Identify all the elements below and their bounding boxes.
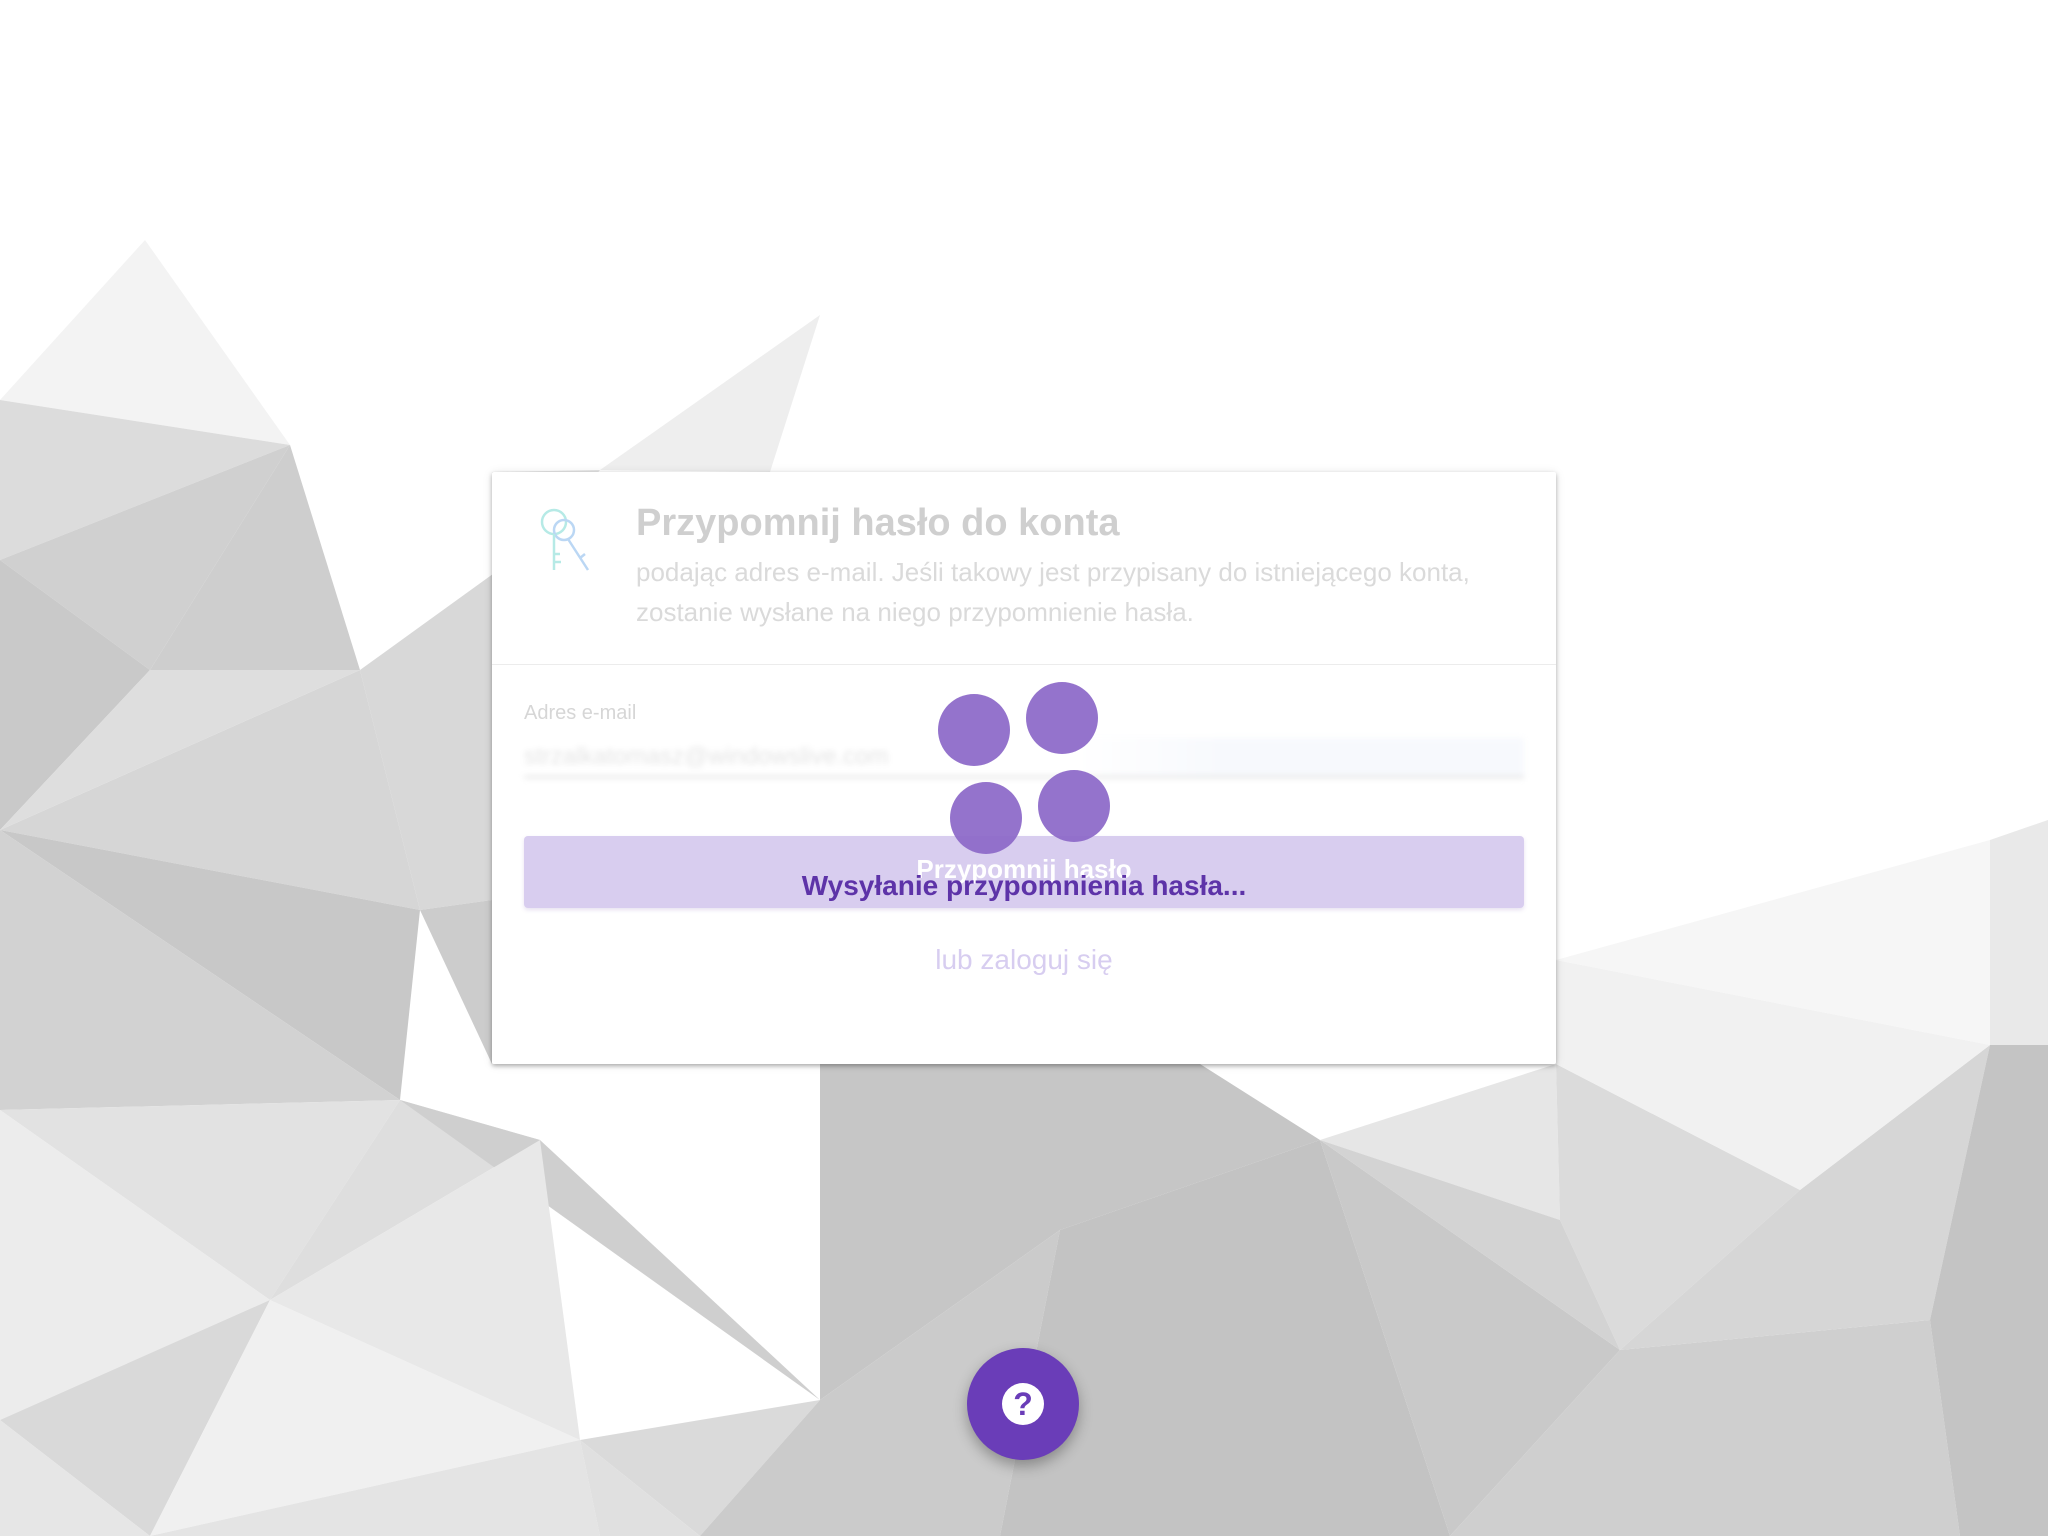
login-link[interactable]: lub zaloguj się — [492, 944, 1556, 976]
spinner-dot — [938, 694, 1010, 766]
loading-message: Wysyłanie przypomnienia hasła... — [801, 870, 1247, 901]
spinner-dot — [1038, 770, 1110, 842]
card-header: Przypomnij hasło do konta podając adres … — [492, 472, 1556, 665]
keys-icon — [540, 508, 590, 571]
spinner-dot — [950, 782, 1022, 854]
question-mark-icon: ? — [1002, 1383, 1044, 1425]
page-title: Przypomnij hasło do konta — [636, 502, 1120, 544]
help-button[interactable]: ? — [967, 1348, 1079, 1460]
page-subtitle: podając adres e-mail. Jeśli takowy jest … — [636, 557, 1470, 627]
loading-spinner — [930, 678, 1110, 858]
spinner-dot — [1026, 682, 1098, 754]
email-label: Adres e-mail — [524, 702, 637, 724]
